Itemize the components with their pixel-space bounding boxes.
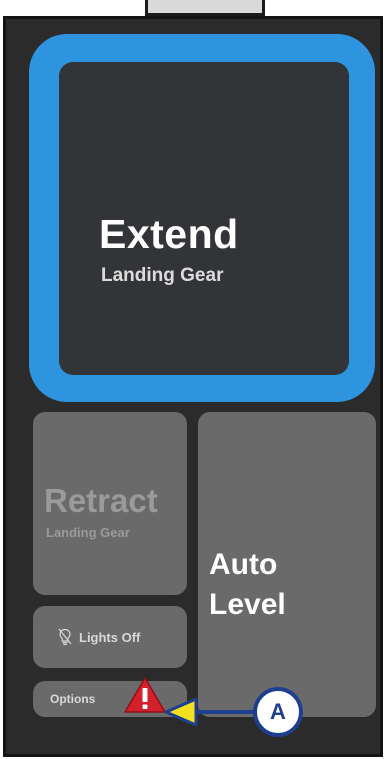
extend-subtitle: Landing Gear [101, 265, 224, 286]
extend-title: Extend [99, 211, 239, 257]
extend-landing-gear-button[interactable]: Extend Landing Gear [29, 34, 375, 402]
auto-level-button[interactable]: Auto Level [198, 412, 376, 717]
auto-level-line1: Auto [209, 548, 278, 581]
retract-title: Retract [44, 482, 158, 519]
warning-icon [124, 677, 166, 713]
lights-off-label: Lights Off [79, 630, 141, 645]
lightbulb-off-icon [58, 628, 72, 645]
retract-subtitle: Landing Gear [46, 525, 130, 540]
options-label: Options [50, 692, 96, 706]
lights-off-button[interactable]: Lights Off [33, 606, 187, 668]
top-tab [145, 0, 265, 16]
extend-button-face: Extend Landing Gear [59, 62, 349, 375]
callout-badge: A [253, 687, 303, 737]
auto-level-line2: Level [209, 588, 286, 621]
retract-landing-gear-button[interactable]: Retract Landing Gear [33, 412, 187, 595]
callout-letter: A [270, 699, 286, 724]
callout-arrow [164, 697, 258, 727]
